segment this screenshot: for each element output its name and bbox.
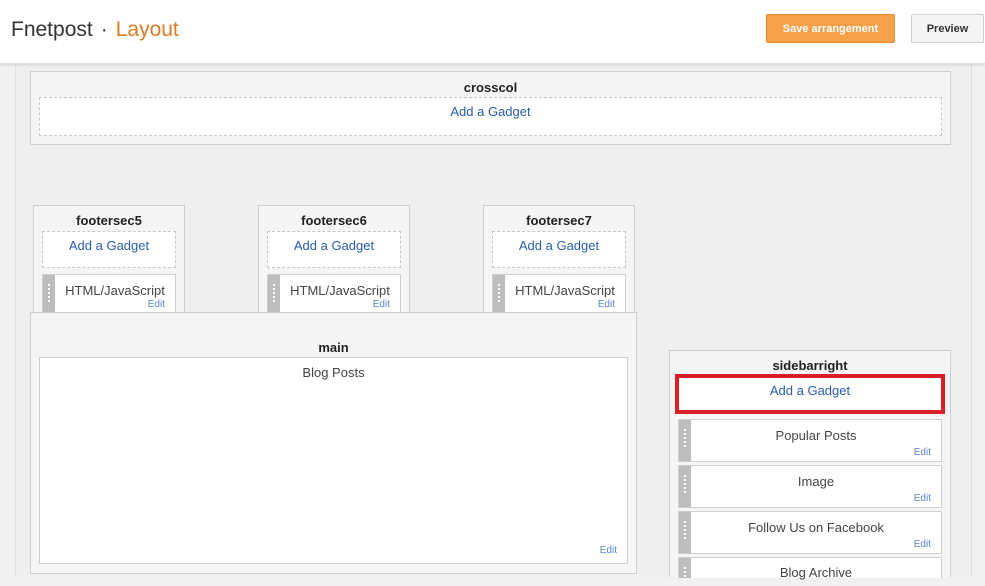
gadget-follow-us-facebook[interactable]: Follow Us on Facebook Edit	[678, 511, 942, 554]
preview-button[interactable]: Preview	[911, 14, 984, 43]
gadget-popular-posts[interactable]: Popular Posts Edit	[678, 419, 942, 462]
gadget-name: Blog Posts	[302, 365, 365, 380]
top-bar: Fnetpost · Layout Save arrangement Preview	[0, 0, 985, 64]
gadget-blog-archive[interactable]: Blog Archive	[678, 557, 942, 586]
section-title: crosscol	[463, 80, 518, 95]
edit-link[interactable]: Edit	[373, 299, 390, 310]
add-gadget-link[interactable]: Add a Gadget	[42, 231, 176, 268]
edit-link[interactable]: Edit	[914, 447, 931, 458]
section-crosscol: crosscol Add a Gadget	[30, 71, 951, 145]
highlight-annotation	[675, 374, 945, 414]
section-name: Layout	[115, 18, 179, 41]
add-gadget-link[interactable]: Add a Gadget	[267, 231, 401, 268]
section-title: footersec6	[301, 213, 367, 228]
gadget-html-javascript[interactable]: HTML/JavaScript Edit	[42, 274, 176, 314]
section-title: sidebarright	[772, 358, 848, 373]
gadget-name: HTML/JavaScript	[65, 283, 165, 298]
drag-handle[interactable]	[679, 558, 691, 586]
blog-name[interactable]: Fnetpost	[11, 18, 93, 41]
edit-link[interactable]: Edit	[598, 299, 615, 310]
drag-handle[interactable]	[679, 512, 691, 553]
gadget-image[interactable]: Image Edit	[678, 465, 942, 508]
gadget-name: HTML/JavaScript	[290, 283, 390, 298]
add-gadget-link[interactable]: Add a Gadget	[492, 231, 626, 268]
section-footersec7: footersec7 Add a Gadget HTML/JavaScript …	[483, 205, 635, 315]
gadget-blog-posts[interactable]: Blog Posts Edit	[39, 357, 628, 564]
edit-link[interactable]: Edit	[600, 545, 617, 556]
drag-handle[interactable]	[43, 275, 55, 313]
page-title: Fnetpost · Layout	[11, 18, 179, 42]
gadget-name: Blog Archive	[779, 565, 853, 580]
edit-link[interactable]: Edit	[148, 299, 165, 310]
section-footersec6: footersec6 Add a Gadget HTML/JavaScript …	[258, 205, 410, 315]
edit-link[interactable]: Edit	[914, 539, 931, 550]
drag-handle[interactable]	[493, 275, 505, 313]
gadget-html-javascript[interactable]: HTML/JavaScript Edit	[492, 274, 626, 314]
drag-handle[interactable]	[679, 420, 691, 461]
title-separator: ·	[100, 18, 108, 41]
drag-handle[interactable]	[679, 466, 691, 507]
section-main: main Blog Posts Edit	[30, 312, 637, 574]
gadget-html-javascript[interactable]: HTML/JavaScript Edit	[267, 274, 401, 314]
drag-handle[interactable]	[268, 275, 280, 313]
section-title: footersec5	[76, 213, 142, 228]
gadget-name: Image	[797, 474, 835, 489]
section-title: footersec7	[526, 213, 592, 228]
gadget-name: Popular Posts	[775, 428, 857, 443]
add-gadget-link[interactable]: Add a Gadget	[39, 97, 942, 136]
gadget-name: HTML/JavaScript	[515, 283, 615, 298]
edit-link[interactable]: Edit	[914, 493, 931, 504]
section-footersec5: footersec5 Add a Gadget HTML/JavaScript …	[33, 205, 185, 315]
section-title: main	[318, 340, 349, 355]
gadget-name: Follow Us on Facebook	[748, 520, 884, 535]
save-arrangement-button[interactable]: Save arrangement	[766, 14, 895, 43]
